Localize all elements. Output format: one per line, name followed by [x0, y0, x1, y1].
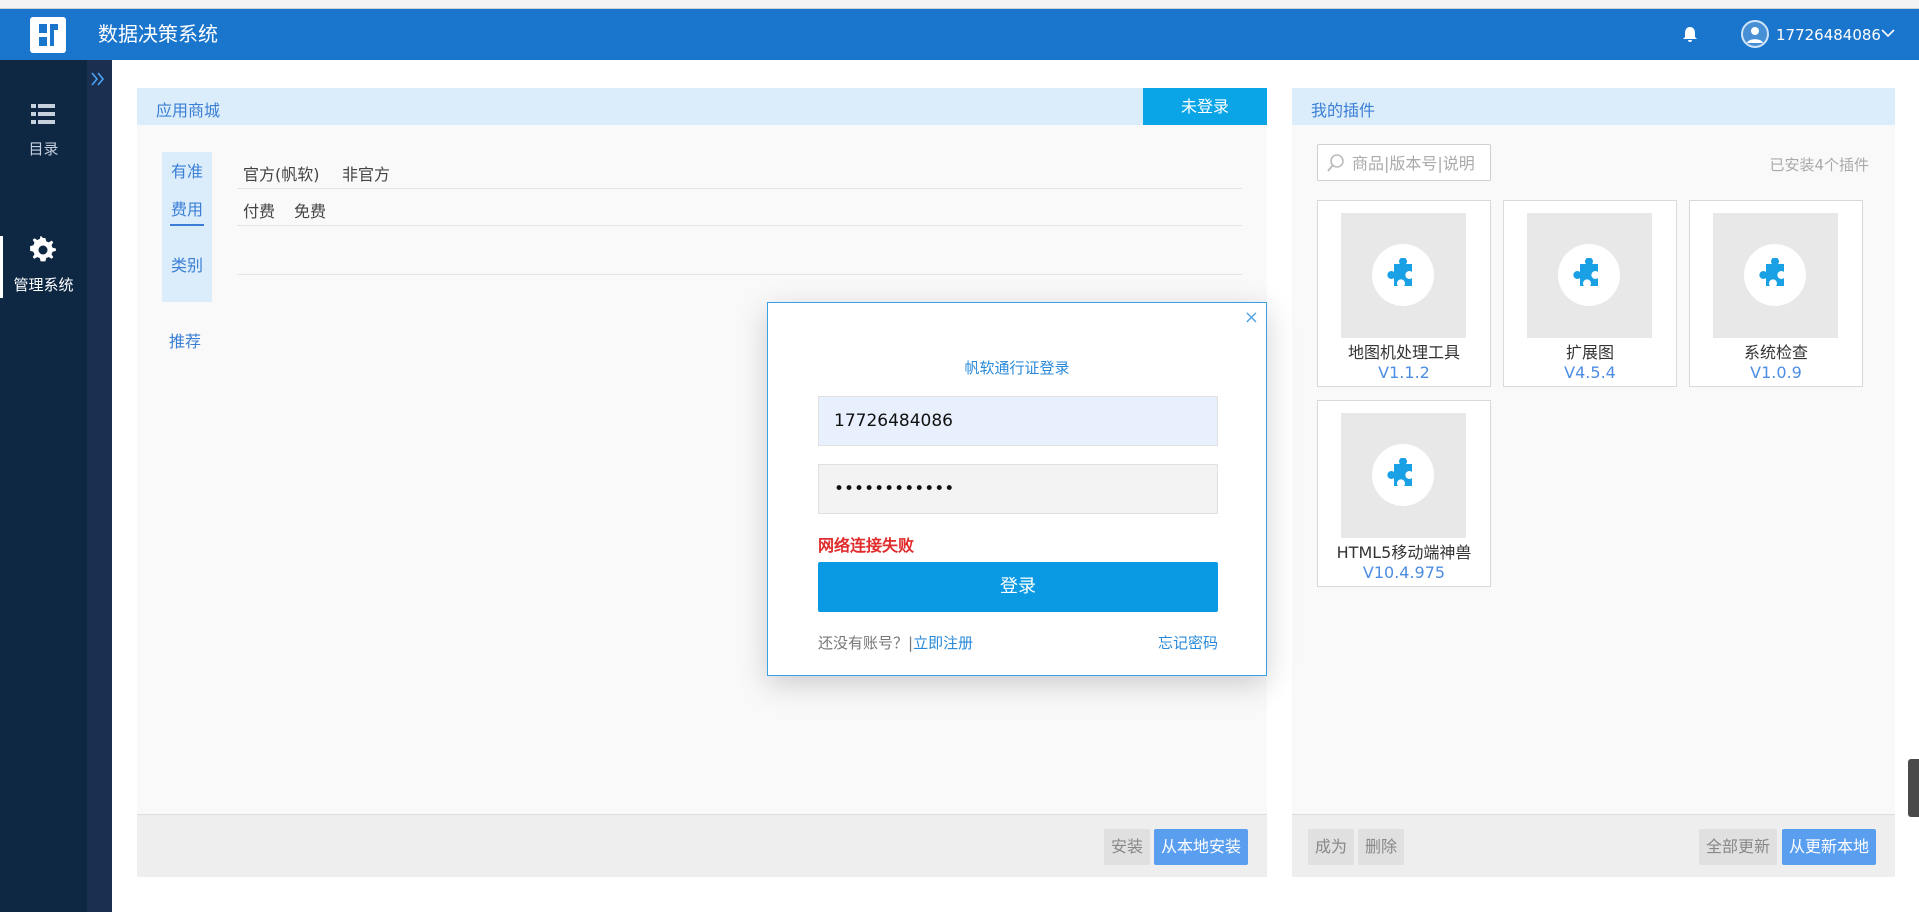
panel-title: 应用商城 — [156, 101, 221, 120]
plugin-name: HTML5移动端神兽 — [1336, 543, 1472, 562]
username-field[interactable] — [818, 396, 1218, 446]
chevron-down-icon[interactable] — [1880, 27, 1896, 39]
filter-keys: 有准 费用 类别 — [162, 152, 212, 302]
filter-option-free[interactable]: 免费 — [294, 198, 326, 222]
no-account-text: 还没有账号？|立即注册 — [818, 632, 973, 653]
success-button[interactable]: 成为 — [1308, 829, 1355, 865]
app-title: 数据决策系统 — [98, 22, 218, 46]
plugin-thumbnail — [1341, 413, 1466, 538]
forgot-password-link[interactable]: 忘记密码 — [1158, 632, 1218, 653]
puzzle-piece-icon — [1387, 258, 1412, 286]
plugin-version: V1.1.2 — [1378, 363, 1430, 382]
edge-tray-handle[interactable] — [1908, 759, 1919, 817]
list-icon — [31, 104, 55, 124]
source-filter-row: 官方(帆软) 非官方 — [237, 152, 1242, 189]
not-logged-in-tab[interactable]: 未登录 — [1143, 88, 1267, 125]
store-footer: 安装 从本地安装 — [137, 814, 1267, 877]
bell-icon[interactable] — [1680, 24, 1700, 44]
plugin-name: 系统检查 — [1743, 343, 1808, 362]
sidebar: 目录 管理系统 — [0, 60, 87, 912]
filter-key-category[interactable]: 类别 — [162, 252, 212, 276]
install-button[interactable]: 安装 — [1104, 829, 1151, 865]
plugin-search-input[interactable] — [1352, 153, 1488, 173]
plugin-thumbnail — [1527, 213, 1652, 338]
password-field[interactable] — [818, 464, 1218, 514]
plugin-version: V10.4.975 — [1362, 563, 1446, 582]
login-button[interactable]: 登录 — [818, 562, 1218, 612]
sidebar-item-label: 目录 — [28, 140, 59, 158]
update-all-button[interactable]: 全部更新 — [1699, 829, 1778, 865]
puzzle-piece-icon — [1387, 458, 1412, 486]
plugin-card[interactable]: HTML5移动端神兽 V10.4.975 — [1317, 400, 1491, 587]
filter-key-fee[interactable]: 费用 — [162, 196, 212, 226]
plugin-version: V4.5.4 — [1564, 363, 1616, 382]
app-logo-icon — [30, 17, 66, 53]
username[interactable]: 17726484086 — [1776, 25, 1881, 45]
user-icon — [1747, 27, 1763, 43]
recommend-link[interactable]: 推荐 — [169, 328, 201, 352]
app-store-header: 应用商城 — [137, 88, 1143, 125]
plugin-version: V1.0.9 — [1750, 363, 1802, 382]
plugin-thumbnail — [1341, 213, 1466, 338]
delete-button[interactable]: 删除 — [1358, 829, 1405, 865]
register-link[interactable]: 立即注册 — [913, 634, 973, 652]
search-icon — [1327, 154, 1344, 172]
sidebar-item-label: 管理系统 — [13, 276, 74, 294]
my-plugins-panel: 我的插件 已安装4个插件 地图机处理工具 V1.1.2 扩展图 V4.5.4 — [1292, 88, 1895, 877]
install-from-local-button[interactable]: 从本地安装 — [1154, 829, 1249, 865]
plugin-card[interactable]: 地图机处理工具 V1.1.2 — [1317, 200, 1491, 387]
panel-title: 我的插件 — [1311, 101, 1376, 120]
my-plugins-header: 我的插件 — [1292, 88, 1895, 125]
update-from-local-button[interactable]: 从更新本地 — [1782, 829, 1877, 865]
login-dialog: × 帆软通行证登录 网络连接失败 登录 还没有账号？|立即注册 忘记密码 — [767, 302, 1267, 676]
top-bar: 数据决策系统 17726484086 — [0, 9, 1919, 60]
user-avatar[interactable] — [1741, 20, 1769, 48]
close-icon[interactable]: × — [1244, 307, 1259, 328]
plugin-thumbnail — [1713, 213, 1838, 338]
installed-count: 已安装4个插件 — [1769, 156, 1869, 174]
filter-option-official[interactable]: 官方(帆软) — [243, 161, 320, 185]
filter-option-unofficial[interactable]: 非官方 — [342, 161, 390, 185]
puzzle-piece-icon — [1759, 258, 1784, 286]
no-account-label: 还没有账号？| — [818, 634, 914, 652]
plugin-card[interactable]: 扩展图 V4.5.4 — [1503, 200, 1677, 387]
login-error-message: 网络连接失败 — [818, 536, 915, 555]
plugin-card[interactable]: 系统检查 V1.0.9 — [1689, 200, 1863, 387]
filter-option-paid[interactable]: 付费 — [243, 198, 275, 222]
fee-filter-row: 付费 免费 — [237, 189, 1242, 226]
plugin-name: 地图机处理工具 — [1347, 343, 1460, 362]
plugin-name: 扩展图 — [1565, 343, 1614, 362]
gear-icon — [30, 236, 56, 262]
plugin-search-box — [1317, 144, 1491, 181]
category-filter-divider — [237, 274, 1242, 275]
filter-key-source[interactable]: 有准 — [162, 158, 212, 182]
login-dialog-title: 帆软通行证登录 — [964, 359, 1070, 377]
window-top-strip — [0, 0, 1919, 9]
plugins-footer: 成为 删除 全部更新 从更新本地 — [1292, 814, 1895, 877]
double-chevron-right-icon[interactable] — [89, 70, 107, 88]
sidebar-item-catalog[interactable]: 目录 — [0, 100, 87, 190]
sidebar-rail — [87, 60, 112, 912]
puzzle-piece-icon — [1573, 258, 1598, 286]
sidebar-item-admin[interactable]: 管理系统 — [0, 236, 87, 326]
